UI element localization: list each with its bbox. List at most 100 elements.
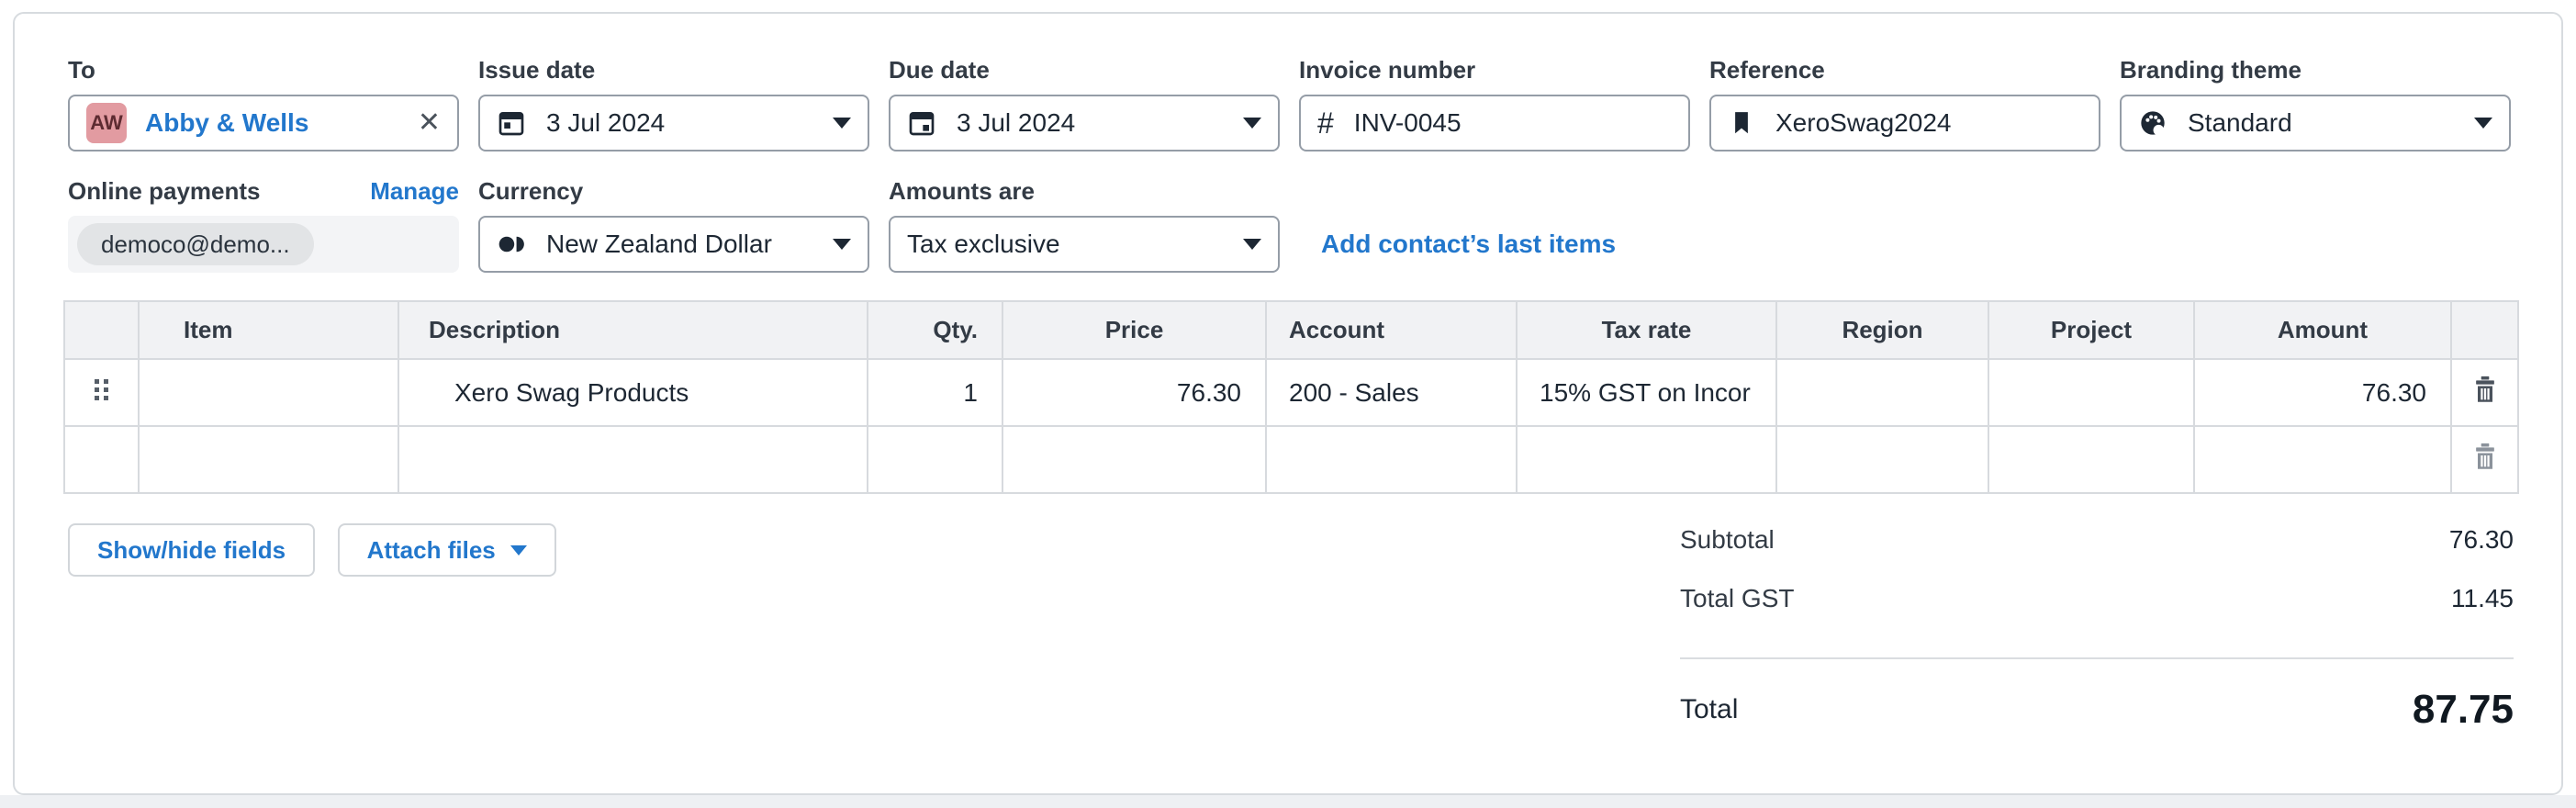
chevron-down-icon — [510, 544, 527, 556]
totals-panel: Subtotal 76.30 Total GST 11.45 Total 87.… — [1680, 523, 2514, 733]
region-cell[interactable] — [1775, 358, 1989, 427]
col-header-tax-rate: Tax rate — [1516, 300, 1777, 360]
currency-field: Currency New Zealand Dollar — [478, 177, 869, 273]
tax-rate-cell[interactable] — [1516, 425, 1777, 494]
palette-icon — [2138, 108, 2167, 138]
calendar-icon — [497, 108, 526, 138]
add-last-items-wrap: Add contact’s last items — [1299, 177, 1616, 273]
total-label: Total — [1680, 694, 1739, 724]
total-gst-row: Total GST 11.45 — [1680, 584, 2514, 613]
total-value: 87.75 — [2412, 687, 2514, 732]
to-label: To — [68, 56, 95, 84]
branding-theme-select[interactable]: Standard — [2120, 95, 2511, 152]
totals-divider — [1680, 657, 2514, 659]
col-header-qty: Qty. — [867, 300, 1003, 360]
line-items-table-wrap: Item Description Qty. Price Account Tax … — [63, 300, 2519, 494]
delete-column-header — [2450, 300, 2519, 360]
attach-files-button[interactable]: Attach files — [337, 523, 556, 577]
description-cell[interactable]: Xero Swag Products — [398, 358, 868, 427]
show-hide-fields-button[interactable]: Show/hide fields — [68, 523, 316, 577]
amounts-are-label: Amounts are — [889, 177, 1035, 205]
delete-row-cell[interactable] — [2450, 425, 2519, 494]
issue-date-picker[interactable]: 3 Jul 2024 — [478, 95, 869, 152]
payment-account-chip[interactable]: democo@demo... — [77, 223, 314, 265]
calendar-due-icon — [907, 108, 936, 138]
tax-rate-cell[interactable]: 15% GST on Incor — [1516, 358, 1777, 427]
subtotal-label: Subtotal — [1680, 525, 1775, 554]
col-header-description: Description — [398, 300, 868, 360]
due-date-label: Due date — [889, 56, 990, 84]
description-cell[interactable] — [398, 425, 868, 494]
project-cell[interactable] — [1988, 358, 2195, 427]
item-cell[interactable] — [138, 358, 399, 427]
col-header-account: Account — [1265, 300, 1518, 360]
contact-avatar: AW — [86, 103, 127, 143]
price-cell[interactable] — [1002, 425, 1267, 494]
total-gst-value: 11.45 — [2451, 584, 2514, 612]
contact-selector[interactable]: AW Abby & Wells ✕ — [68, 95, 459, 152]
item-cell[interactable] — [138, 425, 399, 494]
chevron-down-icon — [833, 118, 851, 129]
manage-payments-link[interactable]: Manage — [370, 177, 459, 206]
amounts-are-select[interactable]: Tax exclusive — [889, 216, 1280, 273]
reference-label: Reference — [1709, 56, 1825, 84]
invoice-number-input[interactable]: # INV-0045 — [1299, 95, 1690, 152]
branding-theme-label: Branding theme — [2120, 56, 2302, 84]
amount-cell[interactable]: 76.30 — [2193, 358, 2452, 427]
issue-date-label: Issue date — [478, 56, 596, 84]
account-cell[interactable]: 200 - Sales — [1265, 358, 1518, 427]
due-date-picker[interactable]: 3 Jul 2024 — [889, 95, 1280, 152]
delete-row-cell[interactable] — [2450, 358, 2519, 427]
bottom-section: Show/hide fields Attach files Subtotal 7… — [68, 523, 2514, 733]
table-row-empty — [63, 425, 2519, 494]
price-cell[interactable]: 76.30 — [1002, 358, 1267, 427]
account-cell[interactable] — [1265, 425, 1518, 494]
invoice-form-card: To AW Abby & Wells ✕ Issue date 3 Jul 20… — [13, 12, 2563, 795]
region-cell[interactable] — [1775, 425, 1989, 494]
col-header-project: Project — [1988, 300, 2195, 360]
chevron-down-icon — [1243, 118, 1261, 129]
total-gst-label: Total GST — [1680, 584, 1795, 612]
row-drag-cell[interactable] — [63, 358, 140, 427]
trash-icon[interactable] — [2471, 442, 2499, 471]
row-drag-cell[interactable] — [63, 425, 140, 494]
invoice-header-row: To AW Abby & Wells ✕ Issue date 3 Jul 20… — [68, 56, 2514, 152]
chevron-down-icon — [1243, 239, 1261, 250]
online-payments-box: democo@demo... — [68, 216, 459, 273]
line-items-table: Item Description Qty. Price Account Tax … — [63, 300, 2519, 494]
action-buttons: Show/hide fields Attach files — [68, 523, 556, 577]
table-row: Xero Swag Products 1 76.30 200 - Sales 1… — [63, 358, 2519, 427]
reference-field: Reference XeroSwag2024 — [1709, 56, 2100, 152]
trash-icon[interactable] — [2471, 375, 2499, 404]
amounts-are-value: Tax exclusive — [907, 230, 1060, 258]
add-contacts-last-items-link[interactable]: Add contact’s last items — [1321, 216, 1616, 273]
project-cell[interactable] — [1988, 425, 2195, 494]
drag-handle-icon[interactable] — [92, 375, 112, 404]
due-date-value: 3 Jul 2024 — [957, 108, 1076, 137]
qty-cell[interactable]: 1 — [867, 358, 1003, 427]
qty-cell[interactable] — [867, 425, 1003, 494]
due-date-field: Due date 3 Jul 2024 — [889, 56, 1280, 152]
online-payments-label: Online payments — [68, 177, 261, 205]
col-header-price: Price — [1002, 300, 1267, 360]
attach-files-label: Attach files — [366, 535, 496, 564]
branding-theme-value: Standard — [2188, 108, 2292, 137]
drag-column-header — [63, 300, 140, 360]
contact-name-link[interactable]: Abby & Wells — [145, 108, 308, 138]
amounts-are-field: Amounts are Tax exclusive — [889, 177, 1280, 273]
issue-date-field: Issue date 3 Jul 2024 — [478, 56, 869, 152]
currency-label: Currency — [478, 177, 584, 205]
table-header-row: Item Description Qty. Price Account Tax … — [63, 300, 2519, 360]
remove-contact-icon[interactable]: ✕ — [418, 109, 441, 137]
amount-cell[interactable] — [2193, 425, 2452, 494]
bookmark-icon — [1728, 109, 1755, 137]
online-payments-field: Online payments Manage democo@demo... — [68, 177, 459, 273]
invoice-number-field: Invoice number # INV-0045 — [1299, 56, 1690, 152]
branding-theme-field: Branding theme Standard — [2120, 56, 2511, 152]
total-row: Total 87.75 — [1680, 687, 2514, 733]
chevron-down-icon — [833, 239, 851, 250]
reference-input[interactable]: XeroSwag2024 — [1709, 95, 2100, 152]
reference-value: XeroSwag2024 — [1775, 108, 1952, 137]
currency-select[interactable]: New Zealand Dollar — [478, 216, 869, 273]
currency-value: New Zealand Dollar — [546, 230, 772, 258]
